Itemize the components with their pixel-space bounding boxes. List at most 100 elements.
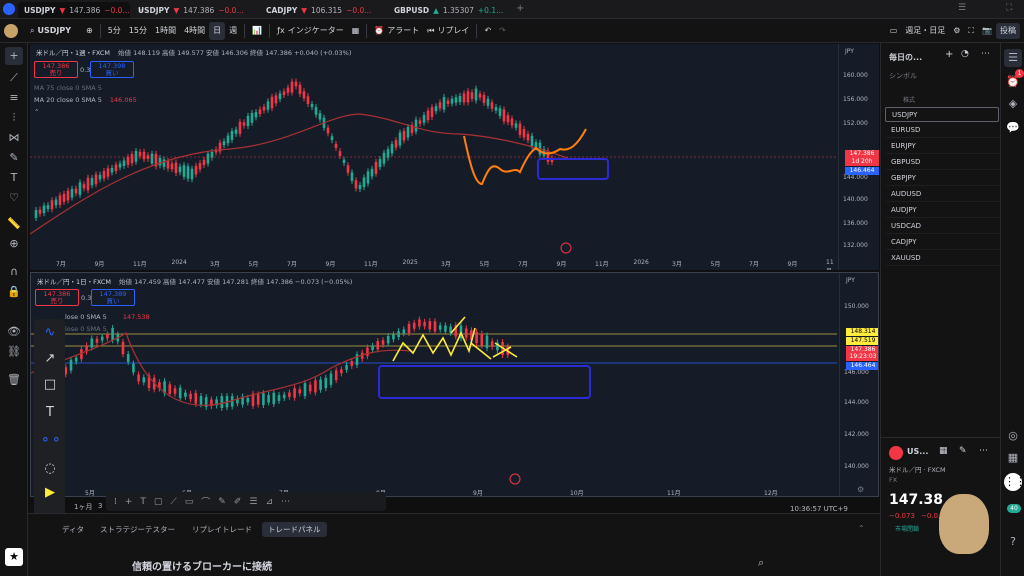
app-logo-icon[interactable] — [3, 3, 15, 15]
settings-icon[interactable]: ⚙ — [949, 19, 964, 43]
text-tool-icon[interactable]: T — [5, 169, 23, 187]
interval-week[interactable]: 週 — [225, 19, 241, 43]
chart-pane-daily[interactable]: 米ドル／円・1日・FXCM 始値 147.459 高値 147.477 安値 14… — [30, 272, 879, 497]
range-1m[interactable]: 1ヶ月 — [74, 502, 92, 512]
camera-icon[interactable]: 📷 — [978, 19, 996, 43]
play-icon[interactable]: ▶ — [40, 483, 60, 503]
text-icon[interactable]: T — [140, 497, 146, 507]
rect-icon[interactable]: ▢ — [154, 497, 163, 507]
sell-button[interactable]: 147.386 売り — [34, 61, 78, 78]
clock[interactable]: 10:36:57 UTC+9 — [790, 505, 848, 513]
publish-button[interactable]: 投稿 — [996, 22, 1020, 39]
cross-icon[interactable]: + — [125, 497, 133, 507]
tab-replay-trade[interactable]: リプレイトレード — [192, 524, 252, 535]
watchlist-item-audusd[interactable]: AUDUSD — [885, 187, 999, 202]
watchlist-item-audjpy[interactable]: AUDJPY — [885, 203, 999, 218]
brush-icon[interactable]: ✎ — [218, 497, 226, 507]
watchlist-item-usdjpy[interactable]: USDJPY — [885, 107, 999, 122]
fib-icon[interactable]: ☰ — [249, 497, 257, 507]
replay-button[interactable]: ⏮ リプレイ — [423, 19, 473, 43]
replay-marker-icon[interactable] — [560, 242, 572, 254]
magnet-icon[interactable]: ∩ — [5, 263, 23, 281]
interval-5m[interactable]: 5分 — [104, 19, 125, 43]
watchlist-item-gbpusd[interactable]: GBPUSD — [885, 155, 999, 170]
replay-marker-icon[interactable] — [509, 473, 521, 485]
watchlist-item-xauusd[interactable]: XAUUSD — [885, 251, 999, 266]
tab-usdjpy-2[interactable]: USDJPY ▼ 147.386 −0.0... — [132, 2, 256, 18]
collapse-icon[interactable]: ⌃ — [34, 108, 39, 116]
apps-icon[interactable]: ⋮⋮ — [1004, 473, 1024, 491]
indicators-button[interactable]: ƒx インジケーター — [273, 19, 348, 43]
star-icon[interactable]: ★ — [5, 548, 23, 566]
curve-tool-icon[interactable]: ∿ — [40, 323, 60, 343]
chat-icon[interactable]: 💬 — [1004, 119, 1022, 137]
watchlist-item-eurjpy[interactable]: EURJPY — [885, 139, 999, 154]
pattern-tool-icon[interactable]: ⋈ — [5, 129, 23, 147]
rectangle-tool-icon[interactable]: □ — [40, 375, 60, 395]
tab-usdjpy-1[interactable]: USDJPY ▼ 147.386 −0.0... ✕ — [18, 2, 144, 18]
more-icon[interactable]: ⋯ — [981, 49, 990, 59]
zoom-icon[interactable]: ⊕ — [5, 235, 23, 253]
tab-cadjpy[interactable]: CADJPY ▼ 106.315 −0.0... — [260, 2, 384, 18]
undo-icon[interactable]: ↶ — [480, 19, 495, 43]
sell-button[interactable]: 147.386 売り — [35, 289, 79, 306]
add-symbol-icon[interactable]: ⊕ — [82, 19, 97, 43]
layout-icon[interactable]: ▭ — [886, 19, 902, 43]
chart-icon[interactable]: ◔ — [961, 49, 969, 59]
watchlist-item-cadjpy[interactable]: CADJPY — [885, 235, 999, 250]
settings-icon[interactable]: ⚙ — [857, 485, 864, 494]
text-tool-icon[interactable]: T — [40, 403, 60, 423]
watchlist-item-gbpjpy[interactable]: GBPJPY — [885, 171, 999, 186]
layout-name[interactable]: 週足・日足 — [901, 19, 949, 43]
trend-icon[interactable]: ⟋ — [170, 497, 176, 507]
layers-icon[interactable]: ◈ — [1004, 95, 1022, 113]
templates-icon[interactable]: ▦ — [348, 19, 364, 43]
crosshair-icon[interactable]: + — [5, 47, 23, 65]
tab-strategy-tester[interactable]: ストラテジーテスター — [100, 524, 175, 535]
currency-label[interactable]: JPY — [845, 48, 854, 55]
target-icon[interactable]: ◎ — [1004, 427, 1022, 445]
lock-icon[interactable]: 🔒 — [5, 283, 23, 301]
edit-icon[interactable]: ✎ — [959, 446, 967, 456]
comment-icon[interactable]: ▭ — [185, 497, 194, 507]
interval-day[interactable]: 日 — [209, 21, 226, 40]
symbol-search[interactable]: ⌕ USDJPY — [26, 19, 82, 43]
line-tool-icon[interactable]: ⟋ — [5, 69, 23, 87]
arrow-tool-icon[interactable]: ↗ — [40, 349, 60, 369]
tab-screener[interactable]: ディタ — [62, 524, 84, 535]
user-avatar[interactable] — [0, 19, 26, 43]
chart-pane-weekly[interactable]: 米ドル／円・1週・FXCM 始値 148.119 高値 149.577 安値 14… — [30, 44, 879, 270]
add-icon[interactable]: + — [945, 49, 953, 60]
heart-icon[interactable]: ♡ — [5, 189, 23, 207]
chart-type-icon[interactable]: 📊 — [248, 19, 266, 43]
measure-tool-icon[interactable]: ⚬⚬ — [40, 431, 62, 451]
circle-tool-icon[interactable]: ◌ — [40, 459, 60, 479]
redo-icon[interactable]: ↷ — [495, 19, 510, 43]
grid-icon[interactable]: ▦ — [939, 446, 948, 456]
fullscreen-icon[interactable]: ⛶ — [964, 19, 978, 43]
watchlist-icon[interactable]: ☰ — [1004, 49, 1022, 67]
calendar-icon[interactable]: ▦ — [1004, 449, 1022, 467]
watchlist-item-usdcad[interactable]: USDCAD — [885, 219, 999, 234]
alert-button[interactable]: ⏰ アラート — [370, 19, 423, 43]
expand-icon[interactable]: ⌃ — [858, 524, 865, 533]
fib-tool-icon[interactable]: ⫶ — [5, 109, 23, 127]
more-icon[interactable]: ⋯ — [281, 497, 290, 507]
gann-icon[interactable]: ⊿ — [265, 497, 273, 507]
detail-symbol[interactable]: US... — [907, 447, 928, 456]
brush-icon[interactable]: ✎ — [5, 149, 23, 167]
menu-icon[interactable]: ☰ — [958, 3, 966, 13]
link-icon[interactable]: ⛓ — [5, 343, 23, 361]
new-tab-icon[interactable]: + — [516, 3, 524, 14]
interval-4h[interactable]: 4時間 — [180, 19, 209, 43]
pen-icon[interactable]: ✐ — [234, 497, 242, 507]
currency-label[interactable]: JPY — [846, 277, 855, 284]
trash-icon[interactable]: 🗑 — [5, 371, 23, 389]
watchlist-title[interactable]: 毎日の... — [889, 52, 922, 63]
path-icon[interactable]: ⌒ — [201, 495, 210, 508]
tab-gbpusd[interactable]: GBPUSD ▲ 1.35307 +0.1... — [388, 2, 512, 18]
watchlist-item-eurusd[interactable]: EURUSD — [885, 123, 999, 138]
search-icon[interactable]: ⌕ — [758, 556, 764, 570]
interval-15m[interactable]: 15分 — [125, 19, 151, 43]
eye-icon[interactable]: 👁 — [5, 323, 23, 341]
